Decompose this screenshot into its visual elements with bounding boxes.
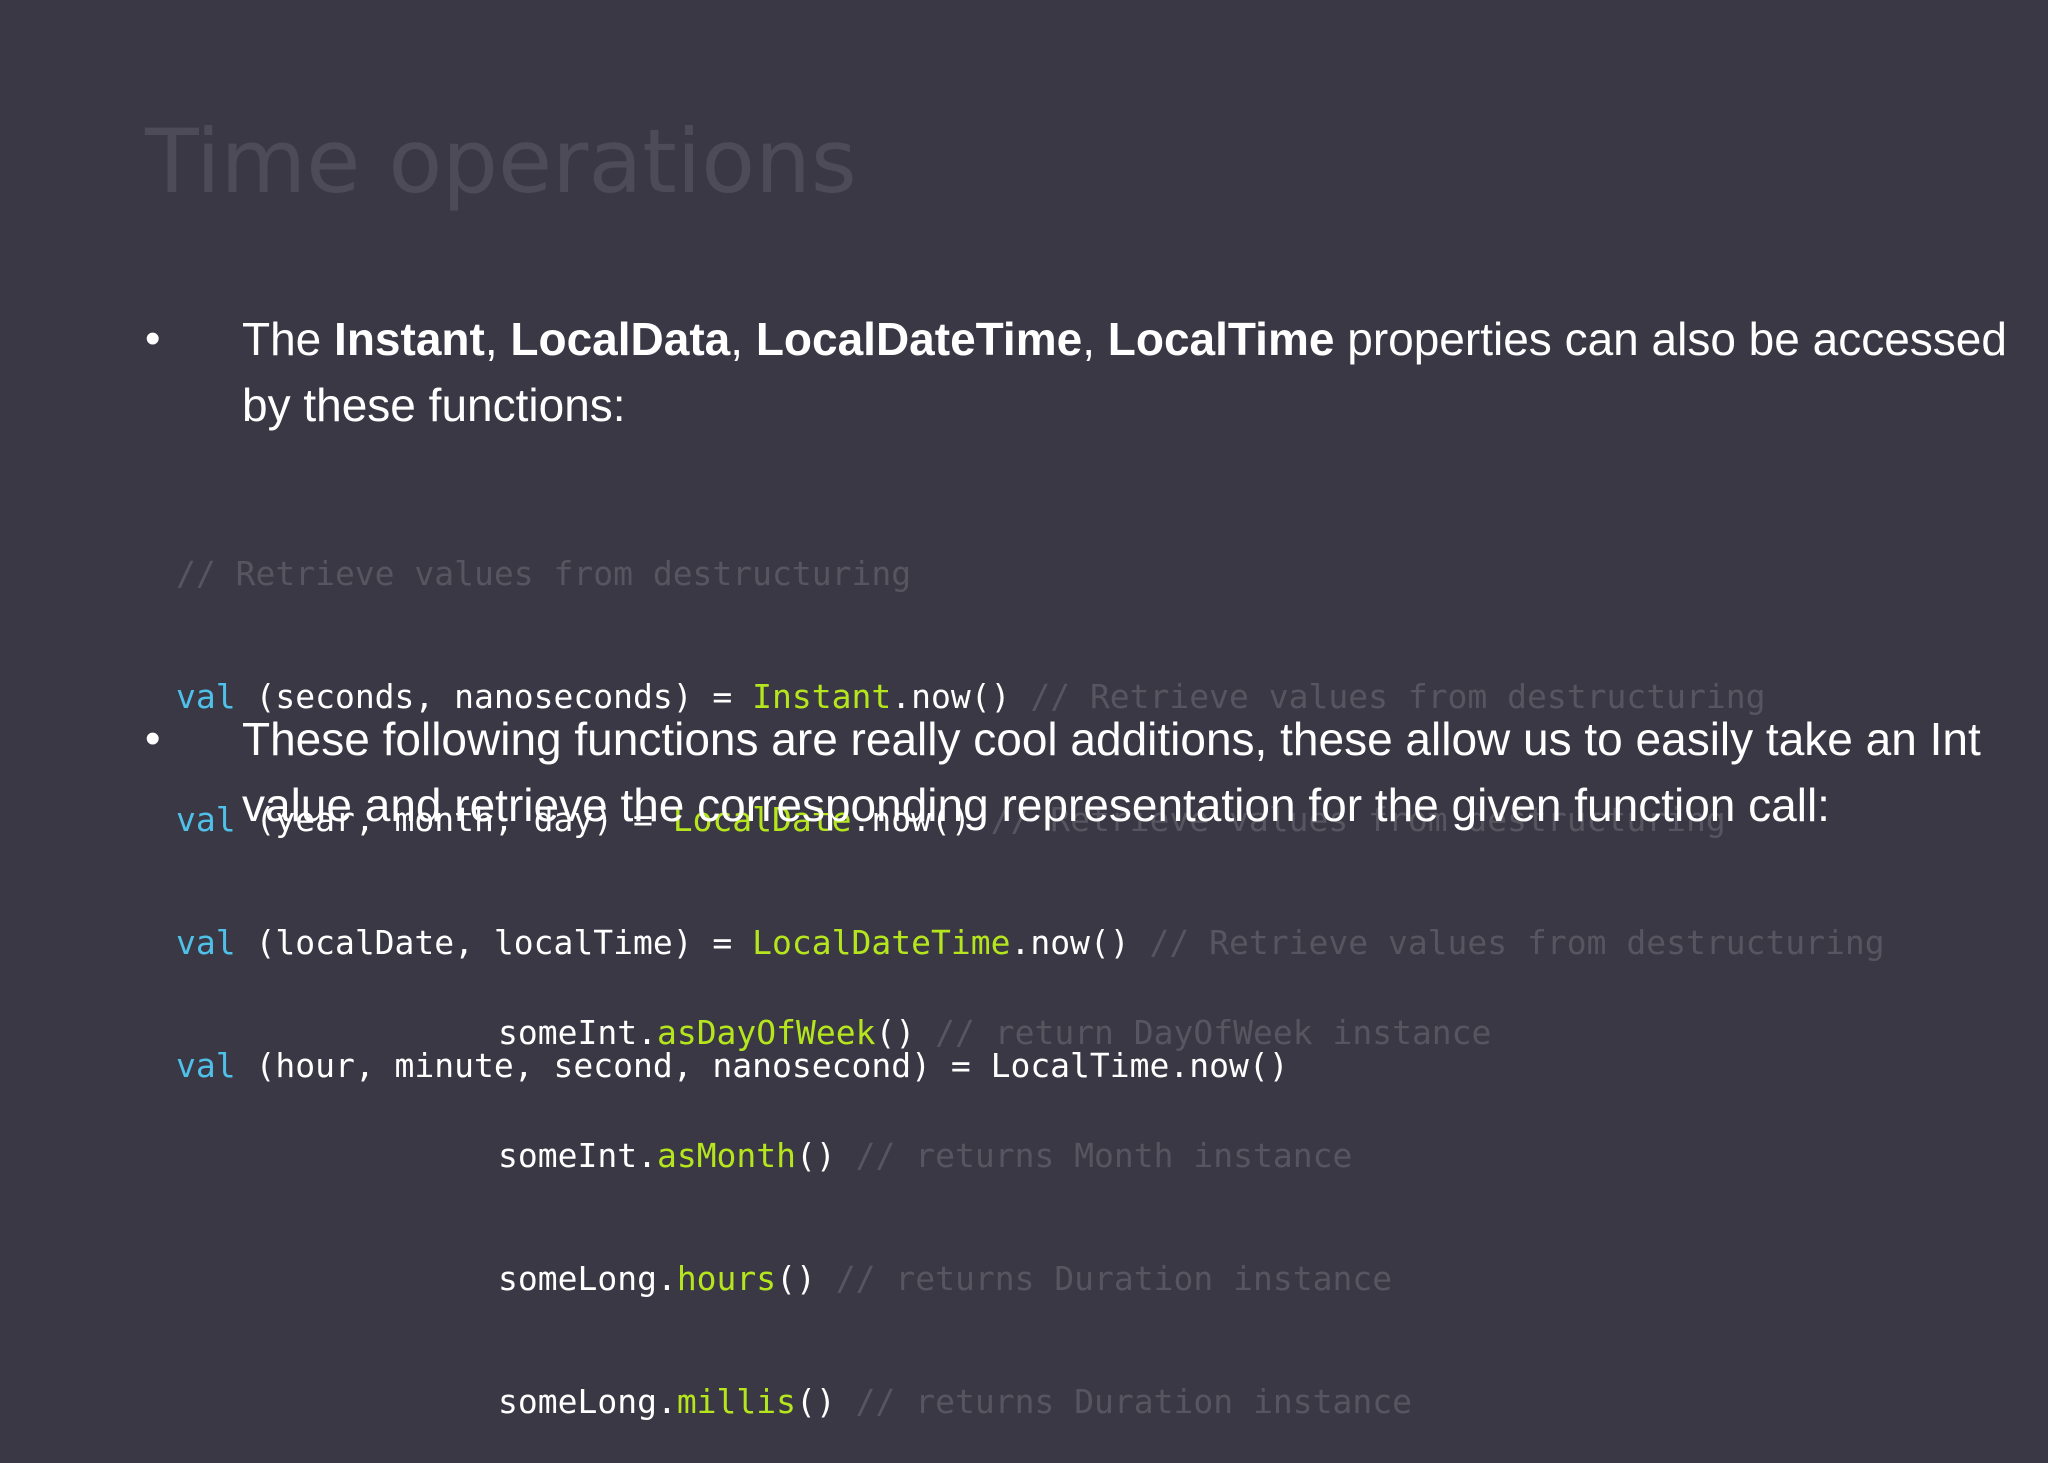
code-receiver: someInt.	[498, 1013, 657, 1052]
code-line: someInt.asMonth() // returns Month insta…	[498, 1135, 1491, 1176]
code-comment: // returns Duration instance	[835, 1382, 1412, 1421]
slide-title: Time operations	[145, 110, 857, 213]
code-paren: ()	[796, 1382, 836, 1421]
bullet-1-term-localtime: LocalTime	[1107, 313, 1335, 365]
code-comment: // return DayOfWeek instance	[915, 1013, 1492, 1052]
code-line: someLong.hours() // returns Duration ins…	[498, 1258, 1491, 1299]
bullet-1-sep: ,	[730, 313, 756, 365]
code-comment: // returns Duration instance	[815, 1259, 1393, 1298]
bullet-1-sep: ,	[484, 313, 511, 365]
code-comment: // returns Month instance	[835, 1136, 1353, 1175]
keyword: val	[176, 800, 236, 839]
code-paren: ()	[776, 1259, 816, 1298]
code-receiver: someLong.	[498, 1259, 677, 1298]
function-name: millis	[676, 1382, 797, 1421]
code-block-conversions: someInt.asDayOfWeek() // return DayOfWee…	[498, 930, 1491, 1463]
function-name: asMonth	[656, 1136, 797, 1175]
bullet-1-term-instant: Instant	[334, 313, 485, 365]
function-name: asDayOfWeek	[656, 1013, 876, 1052]
keyword: val	[176, 1046, 236, 1085]
bullet-1-term-localdata: LocalData	[510, 313, 731, 365]
keyword: val	[176, 677, 236, 716]
bullet-1-text: The Instant, LocalData, LocalDateTime, L…	[242, 306, 2032, 438]
keyword: val	[176, 923, 236, 962]
function-name: hours	[676, 1259, 777, 1298]
code-line: someInt.asDayOfWeek() // return DayOfWee…	[498, 1012, 1491, 1053]
bullet-2-text: These following functions are really coo…	[242, 713, 1981, 831]
code-receiver: someLong.	[498, 1382, 677, 1421]
code-paren: ()	[796, 1136, 836, 1175]
bullet-1-prefix: The	[242, 313, 335, 365]
bullet-dot-icon: •	[145, 314, 161, 363]
code-paren: ()	[875, 1013, 916, 1052]
bullet-1-sep: ,	[1082, 313, 1108, 365]
code-receiver: someInt.	[498, 1136, 657, 1175]
code-line: someLong.millis() // returns Duration in…	[498, 1381, 1491, 1422]
code-comment-line: // Retrieve values from destructuring	[176, 554, 912, 593]
bullet-dot-icon: •	[145, 714, 161, 763]
bullet-1-term-localdatetime: LocalDateTime	[755, 313, 1083, 365]
